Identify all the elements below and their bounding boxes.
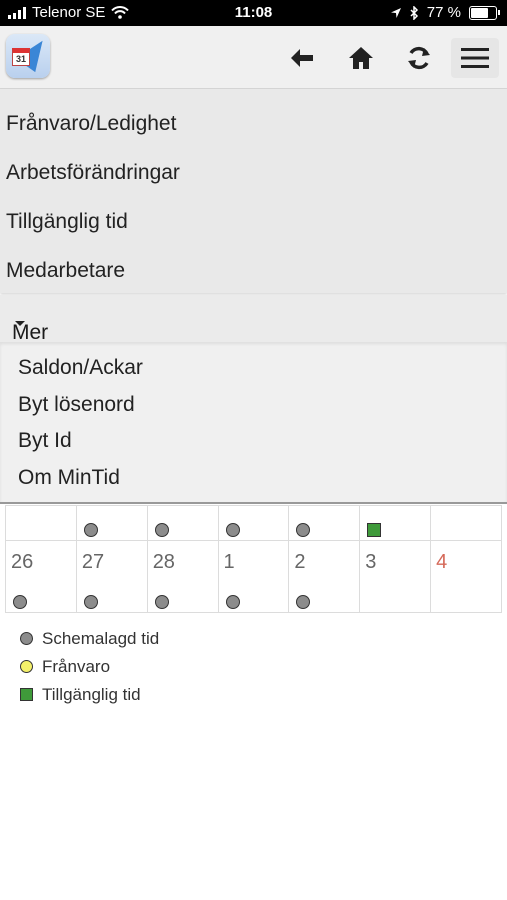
menu-item-arbetsforandringar[interactable]: Arbetsförändringar [0, 138, 507, 187]
menu-item-medarbetare[interactable]: Medarbetare [0, 236, 507, 285]
scheduled-dot-icon [154, 595, 169, 609]
submenu-item-byt-losenord[interactable]: Byt lösenord [0, 379, 507, 416]
menu-item-franvaro[interactable]: Frånvaro/Ledighet [0, 89, 507, 138]
legend-item-absence: Frånvaro [18, 653, 159, 681]
more-dropdown[interactable]: Mer [0, 295, 507, 344]
home-button[interactable] [337, 38, 385, 78]
scheduled-dot-icon [83, 595, 98, 609]
menu-item-tillganglig-tid[interactable]: Tillgänglig tid [0, 187, 507, 236]
scheduled-dot-icon [154, 523, 169, 537]
calendar-day-cell[interactable]: 2 [288, 540, 361, 613]
refresh-icon [408, 46, 430, 70]
calendar-day-cell[interactable] [430, 505, 502, 541]
home-icon [349, 47, 373, 69]
legend-label: Schemalagd tid [42, 629, 160, 648]
battery-percent: 77 % [426, 4, 461, 21]
caret-down-icon [15, 321, 25, 326]
scheduled-dot-icon [225, 523, 240, 537]
scheduled-dot-icon [83, 523, 98, 537]
back-button[interactable] [278, 38, 326, 78]
calendar-legend: Schemalagd tid Frånvaro Tillgänglig tid [18, 625, 159, 709]
calendar-day-cell[interactable]: 1 [217, 540, 290, 613]
day-number: 3 [365, 551, 377, 573]
calendar-day-cell[interactable] [5, 505, 77, 541]
scheduled-dot-icon [225, 595, 240, 609]
more-submenu: Saldon/Ackar Byt lösenord Byt Id Om MinT… [0, 342, 507, 504]
app-logo[interactable]: 31 [6, 33, 53, 78]
hamburger-menu-icon [461, 48, 489, 68]
absence-dot-icon [20, 660, 33, 673]
day-number: 26 [11, 551, 34, 573]
legend-label: Tillgänglig tid [42, 685, 141, 704]
location-icon [390, 7, 401, 18]
calendar-day-cell[interactable]: 28 [146, 540, 219, 613]
refresh-button[interactable] [395, 38, 443, 78]
calendar-day-cell[interactable] [75, 505, 148, 541]
scheduled-dot-icon [296, 523, 311, 537]
calendar-day-cell[interactable]: 4 [430, 540, 502, 613]
status-bar: Telenor SE 11:08 77 % [0, 0, 507, 26]
calendar-day-cell[interactable] [217, 505, 290, 541]
calendar-day-cell[interactable] [146, 505, 219, 541]
calendar-day-cell[interactable]: 26 [5, 540, 77, 613]
legend-item-available: Tillgänglig tid [18, 681, 159, 709]
available-square-icon [367, 523, 382, 537]
calendar-week-row [5, 505, 502, 541]
calendar-day-cell[interactable] [288, 505, 361, 541]
day-number: 2 [294, 551, 306, 573]
scheduled-dot-icon [20, 632, 33, 645]
menu-toggle-button[interactable] [451, 38, 499, 78]
day-number: 1 [223, 551, 235, 573]
battery-icon [469, 5, 500, 20]
submenu-item-saldon[interactable]: Saldon/Ackar [0, 342, 507, 379]
scheduled-dot-icon [296, 595, 311, 609]
day-number: 27 [81, 551, 105, 573]
submenu-item-om-mintid[interactable]: Om MinTid [0, 452, 507, 489]
calendar-logo-icon: 31 [12, 48, 30, 66]
bluetooth-icon [410, 5, 418, 20]
legend-item-scheduled: Schemalagd tid [18, 625, 159, 653]
calendar-day-cell[interactable]: 27 [75, 540, 148, 613]
main-nav-menu: Frånvaro/Ledighet Arbetsförändringar Til… [0, 89, 507, 293]
submenu-item-byt-id[interactable]: Byt Id [0, 415, 507, 452]
available-square-icon [20, 688, 33, 701]
scheduled-dot-icon [13, 595, 27, 609]
calendar-day-cell[interactable] [359, 505, 432, 541]
day-number: 28 [152, 551, 175, 573]
legend-label: Frånvaro [42, 657, 111, 676]
app-header: 31 [0, 26, 507, 89]
calendar-grid: 26 27 28 1 2 3 4 [5, 505, 502, 613]
calendar-day-cell[interactable]: 3 [359, 540, 432, 613]
day-number: 4 [436, 551, 448, 573]
back-arrow-icon [291, 49, 313, 67]
calendar-week-row: 26 27 28 1 2 3 4 [5, 540, 502, 613]
